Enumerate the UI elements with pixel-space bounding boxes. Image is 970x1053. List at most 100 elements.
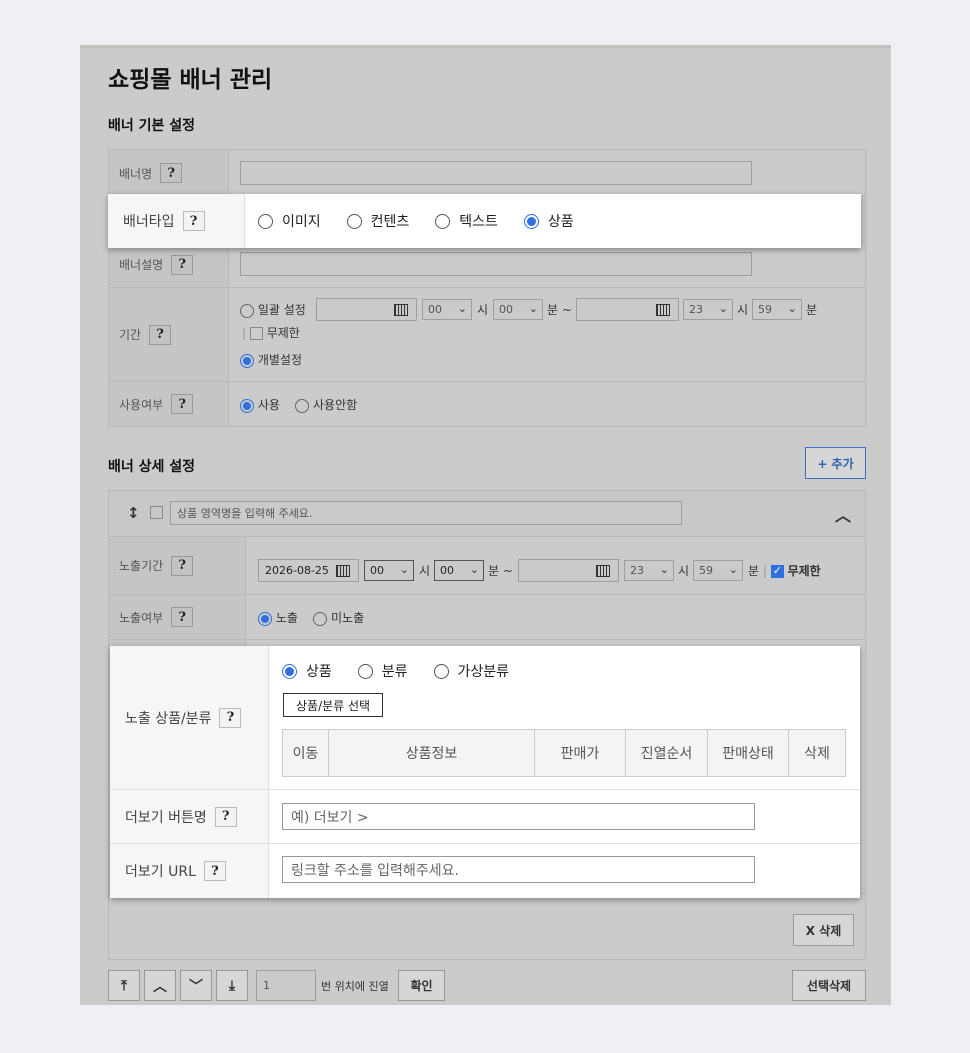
period-unlimited-checkbox[interactable] (249, 327, 263, 340)
confirm-button[interactable]: 확인 (398, 970, 445, 1001)
detail-header: ↕ 상품 영역명을 입력해 주세요. ︿ (108, 490, 866, 537)
banner-desc-input[interactable] (240, 252, 752, 276)
column-header: 판매가 (535, 730, 626, 776)
banner-desc-label: 배너설명 (119, 258, 164, 272)
type-option-text[interactable]: 텍스트 (435, 211, 498, 231)
row-use: 사용여부? 사용 사용안함 (108, 382, 866, 427)
chevron-down-icon: ⌄ (787, 302, 797, 315)
period-bulk-label: 일괄 설정 (257, 303, 306, 317)
column-header: 이동 (283, 730, 329, 776)
use-label: 사용여부 (119, 397, 164, 412)
column-header: 판매상태 (708, 730, 789, 776)
calendar-icon[interactable] (656, 304, 670, 316)
product-option-virtual-category[interactable]: 가상분류 (433, 661, 509, 681)
period-start-date[interactable] (316, 298, 417, 321)
help-icon[interactable]: ? (171, 555, 194, 576)
row-delete: X 삭제 (108, 893, 866, 960)
row-exposure-period: 노출기간? 2026-08-25 00 ⌄ 시 00 ⌄ 분 ~ 23 ⌄ 시 59 ⌄… (108, 537, 866, 595)
divider (269, 843, 860, 844)
use-on-radio[interactable] (240, 398, 254, 413)
help-icon[interactable]: ? (214, 806, 237, 827)
drag-handle-icon[interactable]: ↕ (127, 504, 140, 522)
period-label: 기간 (119, 328, 142, 342)
expose-on-radio[interactable] (258, 611, 272, 626)
period-end-min[interactable]: 59 ⌄ (752, 299, 802, 320)
calendar-icon[interactable] (336, 565, 350, 577)
chevron-down-icon: ⌄ (659, 563, 669, 576)
period-start-min[interactable]: 00 ⌄ (493, 299, 543, 320)
use-off-radio[interactable] (295, 398, 310, 413)
expose-off-radio[interactable] (313, 611, 328, 626)
help-icon[interactable]: ? (160, 163, 183, 183)
add-button[interactable]: + 추가 (805, 447, 866, 479)
position-input[interactable]: 1 (256, 970, 316, 1001)
detail-select-checkbox[interactable] (150, 506, 163, 519)
help-icon[interactable]: ? (171, 607, 194, 627)
position-text: 번 위치에 진열 (321, 980, 389, 993)
product-select-button[interactable]: 상품/분류 선택 (283, 693, 384, 717)
exposure-end-min[interactable]: 59 ⌄ (693, 560, 743, 581)
period-end-hour[interactable]: 23 ⌄ (683, 299, 733, 320)
period-individual-radio[interactable] (240, 353, 254, 368)
delete-selected-button[interactable]: 선택삭제 (792, 970, 866, 1001)
type-option-image[interactable]: 이미지 (258, 211, 321, 231)
type-option-contents[interactable]: 컨텐츠 (346, 211, 409, 231)
move-bottom-button[interactable]: ⤓ (216, 970, 248, 1001)
exposure-start-min[interactable]: 00 ⌄ (434, 560, 484, 581)
column-header: 상품정보 (329, 730, 535, 776)
row-exposure: 노출여부? 노출 미노출 (108, 595, 866, 640)
help-icon[interactable]: ? (219, 707, 242, 728)
period-start-hour[interactable]: 00 ⌄ (422, 299, 472, 320)
chevron-down-icon: ⌄ (457, 302, 467, 315)
banner-type-row: 배너타입? 이미지 컨텐츠 텍스트 상품 (108, 194, 861, 248)
product-option-product[interactable]: 상품 (282, 661, 332, 681)
exposure-period-label: 노출기간 (119, 559, 164, 573)
collapse-icon[interactable]: ︿ (835, 502, 851, 526)
chevron-down-icon: ⌄ (728, 563, 738, 576)
more-button-input[interactable]: 예) 더보기 > (282, 803, 755, 830)
exposure-end-date[interactable] (518, 559, 619, 582)
help-icon[interactable]: ? (171, 394, 194, 414)
more-url-label: 더보기 URL (125, 864, 196, 880)
chevron-down-icon: ⌄ (469, 563, 479, 576)
type-option-product[interactable]: 상품 (523, 211, 574, 231)
row-banner-desc: 배너설명? (108, 242, 866, 288)
row-period: 기간? 일괄 설정 00 ⌄ 시 00 ⌄ 분 ~ 23 ⌄ 시 59 ⌄ 분 | 무제… (108, 288, 866, 382)
column-header: 삭제 (804, 746, 830, 762)
move-up-button[interactable]: ︿ (144, 970, 176, 1001)
exposure-unlimited-checkbox[interactable] (770, 564, 784, 578)
calendar-icon[interactable] (394, 304, 408, 316)
banner-type-label: 배너타입 (123, 214, 175, 230)
product-options: 상품 분류 가상분류 (282, 661, 535, 681)
row-banner-name: 배너명? (108, 149, 866, 197)
exposure-end-hour[interactable]: 23 ⌄ (624, 560, 674, 581)
chevron-down-icon: ⌄ (718, 302, 728, 315)
divider (269, 789, 860, 790)
help-icon[interactable]: ? (171, 254, 194, 275)
help-icon[interactable]: ? (203, 861, 226, 881)
period-end-date[interactable] (576, 298, 679, 321)
column-header: 진열순서 (626, 730, 708, 776)
more-url-input[interactable]: 링크할 주소를 입력해주세요. (282, 856, 755, 883)
calendar-icon[interactable] (596, 565, 610, 577)
product-table-header: 이동 상품정보 판매가 진열순서 판매상태 삭제 (282, 729, 846, 777)
exposure-label: 노출여부 (119, 610, 164, 625)
more-button-label: 더보기 버튼명 (125, 809, 207, 826)
delete-button[interactable]: X 삭제 (793, 914, 854, 946)
product-option-category[interactable]: 분류 (357, 661, 408, 681)
move-down-button[interactable]: ﹀ (180, 970, 212, 1001)
help-icon[interactable]: ? (149, 324, 172, 345)
period-bulk-radio[interactable] (240, 303, 254, 318)
section-title-basic: 배너 기본 설정 (108, 118, 196, 134)
section-title-detail: 배너 상세 설정 (108, 459, 196, 475)
page-title: 쇼핑몰 배너 관리 (108, 67, 273, 93)
banner-name-label: 배너명 (119, 166, 153, 181)
move-top-button[interactable]: ⤒ (108, 970, 140, 1001)
help-icon[interactable]: ? (182, 211, 205, 231)
exposure-start-hour[interactable]: 00 ⌄ (364, 560, 414, 581)
banner-name-input[interactable] (240, 161, 752, 185)
area-name-input[interactable]: 상품 영역명을 입력해 주세요. (170, 501, 682, 525)
chevron-down-icon: ⌄ (528, 302, 538, 315)
banner-type-options: 이미지 컨텐츠 텍스트 상품 (258, 211, 600, 231)
exposure-start-date[interactable]: 2026-08-25 (258, 559, 359, 582)
